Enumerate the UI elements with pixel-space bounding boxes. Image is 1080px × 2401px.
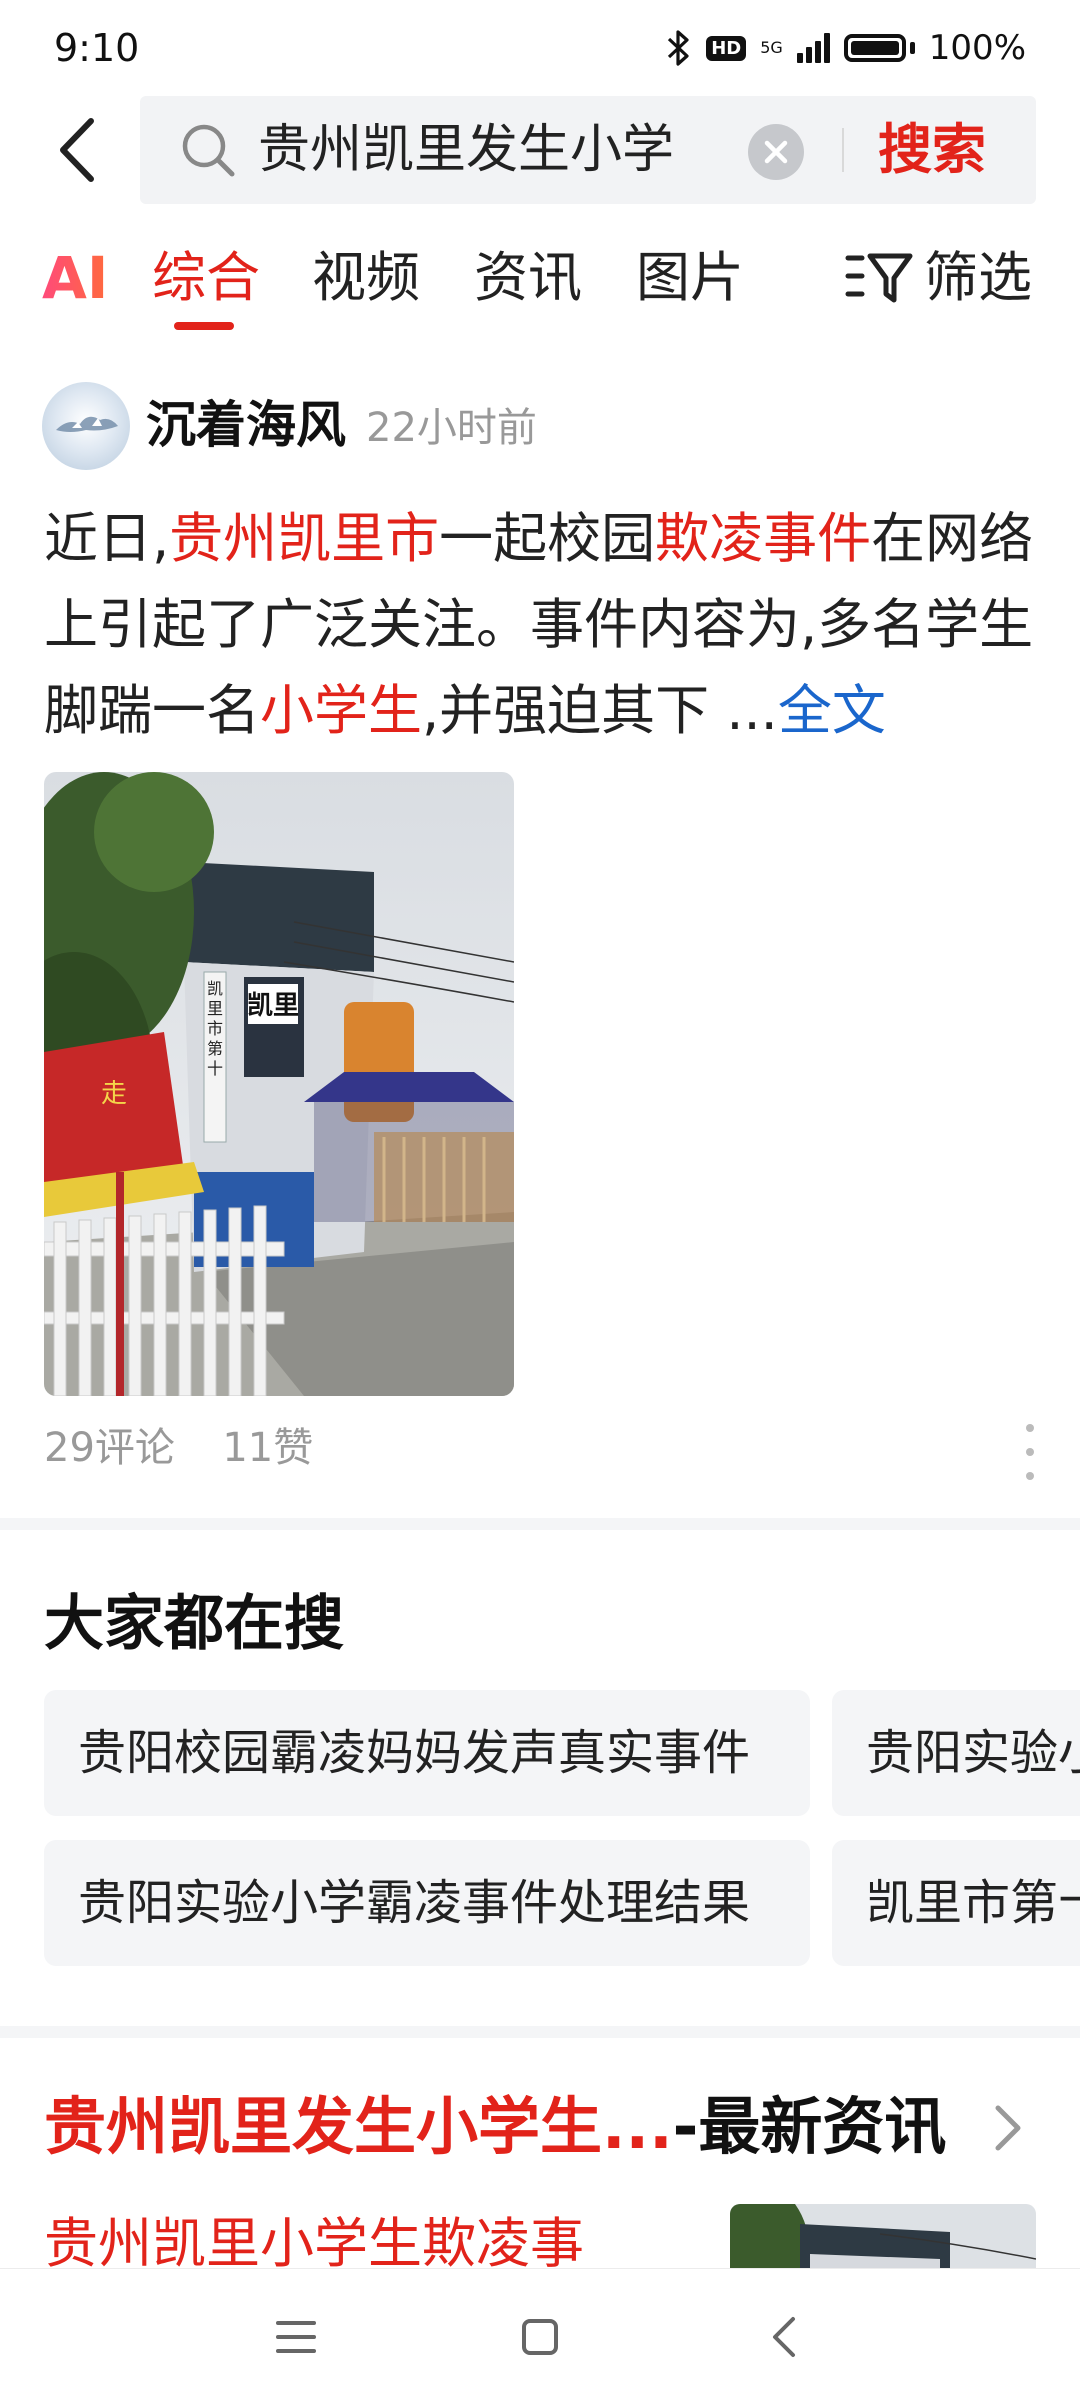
home-nav-button[interactable]	[510, 2311, 570, 2363]
back-icon	[60, 118, 94, 182]
search-divider	[842, 128, 844, 172]
network-type: 5G	[760, 38, 783, 57]
status-time: 9:10	[54, 26, 140, 70]
post-text-segment: ,并强迫其下 ...	[422, 679, 778, 742]
back-nav-button[interactable]	[754, 2311, 814, 2363]
tab-video[interactable]: 视频	[312, 236, 420, 320]
search-suggestion-chip[interactable]: 贵阳实验小学霸凌事件处理结果	[44, 1840, 810, 1966]
back-triangle-icon	[773, 2317, 795, 2357]
post-text[interactable]: 近日,贵州凯里市一起校园欺凌事件在网络上引起了广泛关注。事件内容为,多名学生脚踹…	[44, 496, 1040, 754]
bluetooth-icon	[668, 30, 689, 66]
hd-icon: HD	[706, 35, 747, 61]
post-highlight: 欺凌事件	[655, 507, 872, 570]
avatar-image	[56, 416, 118, 432]
post-text-segment: 近日,	[44, 507, 170, 570]
post-image[interactable]: 凯里市第十 凯里 走	[44, 772, 514, 1396]
clear-icon	[764, 140, 788, 164]
school-gate-photo: 凯里市第十 凯里 走	[44, 772, 514, 1396]
home-square-icon	[522, 2319, 558, 2355]
menu-icon	[276, 2321, 316, 2353]
more-dot-icon	[1026, 1472, 1034, 1480]
filter-label: 筛选	[924, 246, 1032, 309]
latest-news-header[interactable]: 贵州凯里发生小学生...-最新资讯	[44, 2084, 946, 2170]
more-dot-icon	[1026, 1424, 1034, 1432]
section-title-everyone-search: 大家都在搜	[44, 1589, 344, 1659]
search-icon	[182, 124, 235, 177]
expand-link[interactable]: 全文	[778, 679, 886, 742]
post-highlight: 贵州凯里市	[169, 507, 440, 570]
post-stats: 29评论 11赞	[44, 1418, 313, 1478]
author-name[interactable]: 沉着海风	[146, 392, 346, 458]
news-head-label: -最新资讯	[672, 2090, 947, 2163]
signal-icon	[796, 33, 830, 63]
like-count[interactable]: 11赞	[222, 1425, 313, 1471]
chevron-right-icon[interactable]	[988, 2098, 1028, 2158]
banner-text: 走	[101, 1079, 127, 1109]
battery-level: 100%	[928, 28, 1026, 68]
system-nav-bar	[0, 2268, 1080, 2401]
battery-icon	[843, 34, 906, 62]
post-time: 22小时前	[366, 405, 537, 451]
section-divider	[0, 2026, 1080, 2038]
more-dot-icon	[1026, 1448, 1034, 1456]
battery-nub	[909, 42, 915, 54]
post-highlight: 小学生	[260, 679, 422, 742]
search-button[interactable]: 搜索	[878, 114, 986, 186]
tab-images[interactable]: 图片	[636, 236, 744, 320]
tab-general[interactable]: 综合	[152, 236, 260, 320]
avatar[interactable]	[42, 382, 130, 470]
search-suggestion-chip[interactable]: 贵阳实验小学	[832, 1690, 1080, 1816]
section-divider	[0, 1518, 1080, 1530]
filter-button[interactable]: 筛选	[844, 236, 1032, 320]
post-text-segment: 一起校园	[439, 507, 656, 570]
menu-nav-button[interactable]	[266, 2311, 326, 2363]
news-head-query: 贵州凯里发生小学生...	[44, 2090, 673, 2163]
active-tab-indicator	[174, 322, 234, 330]
gate-sign: 凯里	[247, 991, 299, 1021]
status-bar: 9:10 HD 5G 100%	[0, 0, 1080, 96]
filter-icon	[845, 253, 913, 303]
search-input[interactable]: 贵州凯里发生小学	[258, 114, 718, 186]
clear-button[interactable]	[748, 124, 804, 180]
back-button[interactable]	[38, 110, 118, 190]
search-suggestion-chip[interactable]: 凯里市第十	[832, 1840, 1080, 1966]
school-sign-vertical: 凯里市第十	[207, 979, 223, 1078]
more-options-button[interactable]	[1018, 1424, 1042, 1480]
status-icons: HD 5G 100%	[666, 28, 1026, 68]
comment-count[interactable]: 29评论	[44, 1425, 175, 1471]
search-suggestion-chip[interactable]: 贵阳校园霸凌妈妈发声真实事件	[44, 1690, 810, 1816]
tab-news[interactable]: 资讯	[474, 236, 582, 320]
